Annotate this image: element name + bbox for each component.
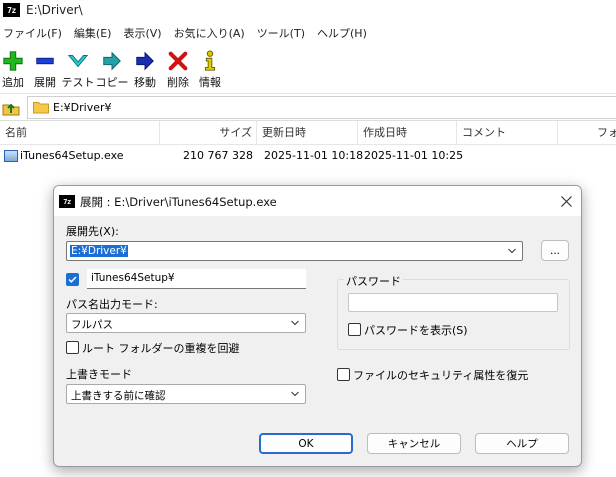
address-path: E:¥Driver¥ bbox=[53, 101, 112, 114]
seven-zip-file-manager: 7z E:\Driver\ ファイル(F) 編集(E) 表示(V) お気に入り(… bbox=[0, 0, 616, 477]
overwrite-mode-combo[interactable]: 上書きする前に確認 bbox=[66, 384, 306, 404]
path-mode-value: フルパス bbox=[71, 319, 113, 331]
exe-file-icon bbox=[4, 150, 18, 162]
extract-label: 展開 bbox=[34, 76, 56, 89]
test-label: テスト bbox=[61, 76, 95, 89]
column-created[interactable]: 作成日時 bbox=[358, 121, 457, 145]
extract-dialog: 7z 展開 : E:\Driver\iTunes64Setup.exe 展開先(… bbox=[53, 185, 582, 467]
copy-button[interactable]: コピー bbox=[95, 50, 129, 90]
close-icon bbox=[560, 195, 572, 207]
destination-value: E:¥Driver¥ bbox=[70, 245, 128, 257]
info-button[interactable]: 情報 bbox=[196, 50, 224, 90]
file-list-header: 名前 サイズ 更新日時 作成日時 コメント フォル bbox=[0, 121, 616, 145]
move-label: 移動 bbox=[134, 76, 156, 89]
file-name: iTunes64Setup.exe bbox=[20, 149, 124, 162]
destination-combo[interactable]: E:¥Driver¥ bbox=[66, 241, 523, 261]
seven-zip-dialog-icon: 7z bbox=[59, 195, 75, 208]
column-comment[interactable]: コメント bbox=[457, 121, 558, 145]
address-input[interactable]: E:¥Driver¥ bbox=[27, 96, 616, 119]
copy-arrow-icon bbox=[103, 51, 121, 71]
destination-label: 展開先(X): bbox=[66, 225, 119, 238]
add-button[interactable]: 追加 bbox=[0, 50, 26, 90]
ok-button[interactable]: OK bbox=[259, 433, 353, 454]
chevron-down-icon bbox=[291, 320, 299, 326]
file-size: 210 767 328 bbox=[183, 149, 253, 162]
plus-icon bbox=[3, 51, 23, 71]
checkmark-icon bbox=[68, 276, 77, 283]
menu-bar: ファイル(F) 編集(E) 表示(V) お気に入り(A) ツール(T) ヘルプ(… bbox=[0, 22, 616, 44]
menu-view[interactable]: 表示(V) bbox=[117, 25, 167, 41]
password-group bbox=[337, 279, 570, 350]
extract-button[interactable]: 展開 bbox=[31, 50, 59, 90]
subfolder-input[interactable]: iTunes64Setup¥ bbox=[87, 269, 306, 289]
cancel-button[interactable]: キャンセル bbox=[367, 433, 461, 454]
overwrite-mode-label: 上書きモード bbox=[66, 368, 132, 381]
chevron-down-icon bbox=[508, 248, 516, 254]
eliminate-duplicates-label: ルート フォルダーの重複を回避 bbox=[82, 342, 240, 355]
show-password-checkbox[interactable] bbox=[348, 323, 361, 336]
file-modified: 2025-11-01 10:18 bbox=[264, 149, 364, 162]
seven-zip-app-icon: 7z bbox=[3, 3, 20, 17]
help-button[interactable]: ヘルプ bbox=[475, 433, 569, 454]
checkmark-icon bbox=[67, 55, 89, 68]
folder-icon bbox=[33, 102, 49, 114]
browse-button[interactable]: ... bbox=[541, 240, 569, 261]
move-arrow-icon bbox=[136, 51, 154, 71]
eliminate-duplicates-checkbox[interactable] bbox=[66, 341, 79, 354]
window-title: E:\Driver\ bbox=[26, 3, 83, 17]
test-button[interactable]: テスト bbox=[61, 50, 95, 90]
move-button[interactable]: 移動 bbox=[131, 50, 159, 90]
delete-label: 削除 bbox=[167, 76, 189, 89]
path-mode-combo[interactable]: フルパス bbox=[66, 313, 306, 333]
column-modified[interactable]: 更新日時 bbox=[257, 121, 358, 145]
table-row[interactable]: iTunes64Setup.exe 210 767 328 2025-11-01… bbox=[0, 146, 616, 166]
subfolder-value: iTunes64Setup¥ bbox=[91, 272, 175, 284]
minus-icon bbox=[36, 57, 54, 65]
delete-x-icon bbox=[168, 51, 188, 71]
password-input[interactable] bbox=[348, 293, 558, 312]
menu-favorites[interactable]: お気に入り(A) bbox=[168, 25, 251, 41]
menu-edit[interactable]: 編集(E) bbox=[68, 25, 118, 41]
show-password-label: パスワードを表示(S) bbox=[364, 324, 468, 337]
dialog-title: 展開 : E:\Driver\iTunes64Setup.exe bbox=[80, 195, 277, 209]
title-bar: 7z E:\Driver\ bbox=[0, 0, 616, 22]
parent-folder-button[interactable] bbox=[0, 97, 22, 119]
close-button[interactable] bbox=[554, 190, 578, 212]
path-mode-label: パス名出力モード: bbox=[66, 298, 158, 311]
menu-help[interactable]: ヘルプ(H) bbox=[311, 25, 373, 41]
restore-security-checkbox[interactable] bbox=[337, 368, 350, 381]
folder-up-icon bbox=[2, 103, 20, 116]
column-size[interactable]: サイズ bbox=[160, 121, 257, 145]
subfolder-checkbox[interactable] bbox=[66, 273, 79, 286]
copy-label: コピー bbox=[95, 76, 129, 89]
delete-button[interactable]: 削除 bbox=[164, 50, 192, 90]
menu-tools[interactable]: ツール(T) bbox=[251, 25, 311, 41]
info-icon bbox=[204, 50, 216, 71]
file-created: 2025-11-01 10:25 bbox=[364, 149, 464, 162]
add-label: 追加 bbox=[2, 76, 24, 89]
toolbar: 追加 展開 テスト コピー 移動 削除 情報 bbox=[0, 44, 616, 94]
restore-security-label: ファイルのセキュリティ属性を復元 bbox=[353, 369, 529, 382]
column-folder[interactable]: フォル bbox=[592, 121, 616, 145]
address-bar: E:¥Driver¥ bbox=[0, 95, 616, 121]
menu-file[interactable]: ファイル(F) bbox=[0, 25, 68, 41]
column-name[interactable]: 名前 bbox=[0, 121, 160, 145]
chevron-down-icon bbox=[291, 391, 299, 397]
overwrite-mode-value: 上書きする前に確認 bbox=[71, 390, 166, 402]
dialog-title-bar: 7z 展開 : E:\Driver\iTunes64Setup.exe bbox=[54, 186, 581, 216]
info-label: 情報 bbox=[199, 76, 221, 89]
password-group-label: パスワード bbox=[344, 273, 403, 289]
